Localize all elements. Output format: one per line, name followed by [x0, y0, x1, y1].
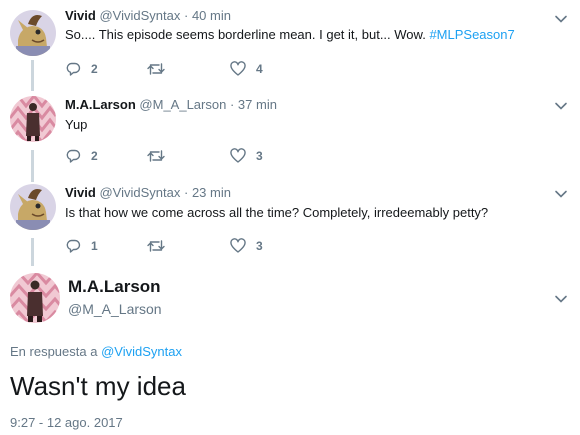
reply-count: 2	[91, 62, 98, 76]
heart-icon	[230, 238, 246, 253]
like-count: 3	[256, 149, 263, 163]
reply-button[interactable]: 2	[65, 146, 98, 166]
tweet-header: M.A.Larson @M_A_Larson · 37 min	[65, 97, 277, 113]
main-tweet-menu-button[interactable]	[554, 292, 568, 311]
heart-icon	[230, 61, 246, 76]
display-name[interactable]: Vivid	[65, 185, 96, 200]
chevron-down-icon	[555, 15, 567, 23]
retweet-button[interactable]	[147, 236, 175, 256]
tweet-menu-button[interactable]	[554, 99, 568, 113]
tweet-text-content: So.... This episode seems borderline mea…	[65, 27, 430, 42]
main-tweet-timestamp[interactable]: 9:27 - 12 ago. 2017	[10, 415, 123, 430]
separator-dot: ·	[229, 97, 235, 112]
tweet-text: Yup	[65, 117, 88, 132]
chevron-down-icon	[555, 190, 567, 198]
reply-context: En respuesta a @VividSyntax	[10, 344, 182, 359]
reply-icon	[66, 62, 81, 76]
retweet-icon	[147, 240, 165, 252]
like-count: 4	[256, 62, 263, 76]
avatar[interactable]	[10, 10, 56, 56]
timestamp[interactable]: 23 min	[192, 185, 231, 200]
reply-count: 2	[91, 149, 98, 163]
username[interactable]: @VividSyntax	[99, 8, 180, 23]
main-username[interactable]: @M_A_Larson	[68, 301, 162, 317]
timestamp[interactable]: 37 min	[238, 97, 277, 112]
main-avatar[interactable]	[10, 273, 60, 323]
like-button[interactable]: 3	[230, 146, 263, 166]
reply-icon	[66, 239, 81, 253]
tweet-text: So.... This episode seems borderline mea…	[65, 27, 515, 43]
main-display-name[interactable]: M.A.Larson	[68, 277, 161, 297]
username[interactable]: @VividSyntax	[99, 185, 180, 200]
reply-button[interactable]: 2	[65, 59, 98, 79]
retweet-button[interactable]	[147, 59, 175, 79]
retweet-icon	[147, 63, 165, 75]
tweet-header: Vivid @VividSyntax · 23 min	[65, 185, 231, 201]
chevron-down-icon	[555, 102, 567, 110]
reply-icon	[66, 149, 81, 163]
separator-dot: ·	[183, 8, 189, 23]
like-count: 3	[256, 239, 263, 253]
heart-icon	[230, 148, 246, 163]
tweet-header: Vivid @VividSyntax · 40 min	[65, 8, 231, 24]
tweet[interactable]: M.A.Larson @M_A_Larson · 37 min Yup 2 3	[0, 88, 580, 178]
tweet[interactable]: Vivid @VividSyntax · 40 min So.... This …	[0, 0, 580, 88]
tweet-menu-button[interactable]	[554, 12, 568, 26]
display-name[interactable]: M.A.Larson	[65, 97, 136, 112]
chevron-down-icon	[555, 295, 567, 303]
reply-button[interactable]: 1	[65, 236, 98, 256]
retweet-button[interactable]	[147, 146, 175, 166]
separator-dot: ·	[183, 185, 189, 200]
like-button[interactable]: 3	[230, 236, 263, 256]
reply-context-label: En respuesta a	[10, 344, 102, 359]
reply-count: 1	[91, 239, 98, 253]
avatar[interactable]	[10, 184, 56, 230]
username[interactable]: @M_A_Larson	[139, 97, 226, 112]
display-name[interactable]: Vivid	[65, 8, 96, 23]
main-tweet-text: Wasn't my idea	[10, 371, 186, 401]
tweet-menu-button[interactable]	[554, 187, 568, 201]
retweet-icon	[147, 150, 165, 162]
tweet-text: Is that how we come across all the time?…	[65, 205, 489, 220]
like-button[interactable]: 4	[230, 59, 263, 79]
tweet[interactable]: Vivid @VividSyntax · 23 min Is that how …	[0, 176, 580, 264]
hashtag-link[interactable]: #MLPSeason7	[429, 27, 514, 42]
reply-to-link[interactable]: @VividSyntax	[101, 344, 182, 359]
timestamp[interactable]: 40 min	[192, 8, 231, 23]
avatar[interactable]	[10, 96, 56, 142]
